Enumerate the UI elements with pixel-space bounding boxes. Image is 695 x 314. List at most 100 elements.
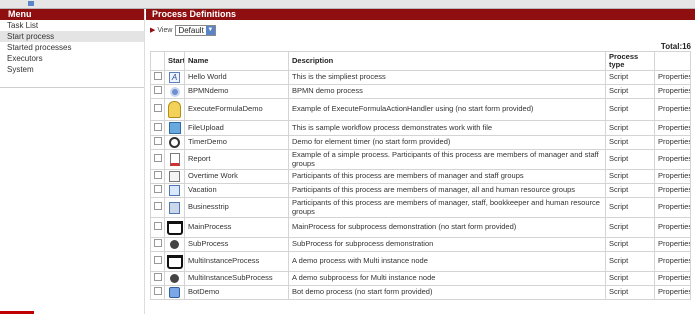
process-description: This is the simpliest process [288, 70, 606, 85]
row-checkbox[interactable] [153, 222, 162, 231]
row-checkbox[interactable] [153, 287, 162, 296]
report-icon[interactable] [169, 153, 180, 166]
process-name[interactable]: ExecuteFormulaDemo [184, 98, 289, 121]
sidebar-item-executors[interactable]: Executors [0, 53, 144, 64]
process-name[interactable]: TimerDemo [184, 135, 289, 150]
vacation-icon[interactable] [169, 185, 180, 196]
business-trip-icon[interactable] [169, 201, 180, 214]
process-type: Script [605, 183, 655, 198]
properties-link[interactable]: Properties [654, 285, 691, 300]
column-header-name[interactable]: Name [184, 51, 289, 71]
properties-link[interactable]: Properties [654, 217, 691, 238]
process-name[interactable]: SubProcess [184, 237, 289, 252]
properties-link[interactable]: Properties [654, 135, 691, 150]
chevron-down-icon[interactable]: ▼ [205, 25, 215, 35]
browser-address-bar[interactable] [0, 0, 695, 9]
view-label: View [157, 26, 173, 34]
process-description: Example of ExecuteFormulaActionHandler u… [288, 98, 606, 121]
sidebar-item-started-processes[interactable]: Started processes [0, 42, 144, 53]
row-checkbox[interactable] [153, 256, 162, 265]
process-description: Participants of this process are members… [288, 183, 606, 198]
row-checkbox[interactable] [153, 154, 162, 163]
table-row: BotDemo Bot demo process (no start form … [150, 285, 691, 300]
view-select-value: Default [178, 25, 204, 35]
table-row: MultiInstanceProcess A demo process with… [150, 251, 691, 272]
properties-link[interactable]: Properties [654, 251, 691, 272]
properties-link[interactable]: Properties [654, 84, 691, 99]
process-description: BPMN demo process [288, 84, 606, 99]
view-select[interactable]: Default ▼ [175, 24, 216, 36]
column-header-process-type[interactable]: Process type [605, 51, 655, 71]
process-name[interactable]: MultiInstanceSubProcess [184, 271, 289, 286]
row-checkbox[interactable] [153, 273, 162, 282]
sidebar-item-system[interactable]: System [0, 64, 144, 75]
arrow-right-icon: ▶ [150, 27, 156, 34]
table-row: FileUpload This is sample workflow proce… [150, 120, 691, 136]
table-row: BPMNdemo BPMN demo process Script Proper… [150, 84, 691, 99]
sidebar-divider [0, 87, 144, 88]
row-checkbox[interactable] [153, 72, 162, 81]
row-checkbox[interactable] [153, 185, 162, 194]
process-type: Script [605, 197, 655, 218]
properties-link[interactable]: Properties [654, 271, 691, 286]
timer-icon[interactable] [169, 137, 180, 148]
process-name[interactable]: MultiInstanceProcess [184, 251, 289, 272]
page-title: Process Definitions [146, 9, 695, 20]
process-description: Participants of this process are members… [288, 169, 606, 184]
sidebar-item-start-process[interactable]: Start process [0, 31, 144, 42]
properties-link[interactable]: Properties [654, 237, 691, 252]
properties-link[interactable]: Properties [654, 70, 691, 85]
properties-link[interactable]: Properties [654, 98, 691, 121]
bot-icon[interactable] [169, 287, 180, 298]
process-description: A demo process with Multi instance node [288, 251, 606, 272]
row-checkbox[interactable] [153, 239, 162, 248]
play-icon[interactable] [170, 240, 179, 249]
properties-link[interactable]: Properties [654, 169, 691, 184]
process-name[interactable]: MainProcess [184, 217, 289, 238]
column-header-description[interactable]: Description [288, 51, 606, 71]
process-name[interactable]: FileUpload [184, 120, 289, 136]
row-checkbox[interactable] [153, 104, 162, 113]
process-type: Script [605, 251, 655, 272]
main-panel: Process Definitions ▶ View Default ▼ Tot… [146, 9, 695, 314]
table-row: MultiInstanceSubProcess A demo subproces… [150, 271, 691, 286]
row-checkbox[interactable] [153, 171, 162, 180]
table-row: TimerDemo Demo for element timer (no sta… [150, 135, 691, 150]
cart-icon[interactable] [166, 254, 183, 269]
column-header-start[interactable]: Start [164, 51, 185, 71]
properties-link[interactable]: Properties [654, 149, 691, 170]
row-checkbox[interactable] [153, 122, 162, 131]
cart-icon[interactable] [166, 220, 183, 235]
column-header-select [150, 51, 165, 71]
table-row: A Hello World This is the simpliest proc… [150, 70, 691, 85]
play-icon[interactable] [170, 274, 179, 283]
process-name[interactable]: BPMNdemo [184, 84, 289, 99]
row-checkbox[interactable] [153, 137, 162, 146]
process-name[interactable]: Overtime Work [184, 169, 289, 184]
process-name[interactable]: Hello World [184, 70, 289, 85]
process-name[interactable]: Report [184, 149, 289, 170]
table-row: Overtime Work Participants of this proce… [150, 169, 691, 184]
process-type: Script [605, 169, 655, 184]
process-name[interactable]: BotDemo [184, 285, 289, 300]
properties-link[interactable]: Properties [654, 183, 691, 198]
process-type: Script [605, 135, 655, 150]
table-row: Vacation Participants of this process ar… [150, 183, 691, 198]
process-type: Script [605, 237, 655, 252]
process-description: Participants of this process are members… [288, 197, 606, 218]
hello-world-icon[interactable]: A [169, 72, 180, 83]
sidebar: Menu Task List Start process Started pro… [0, 9, 145, 314]
overtime-icon[interactable] [169, 171, 180, 182]
row-checkbox[interactable] [153, 86, 162, 95]
properties-link[interactable]: Properties [654, 120, 691, 136]
properties-link[interactable]: Properties [654, 197, 691, 218]
table-row: Report Example of a simple process. Part… [150, 149, 691, 170]
process-description: Example of a simple process. Participant… [288, 149, 606, 170]
process-name[interactable]: Businesstrip [184, 197, 289, 218]
process-name[interactable]: Vacation [184, 183, 289, 198]
bpmn-icon[interactable] [169, 86, 180, 97]
upload-icon[interactable] [168, 122, 181, 134]
key-icon[interactable] [168, 101, 181, 118]
sidebar-item-task-list[interactable]: Task List [0, 20, 144, 31]
row-checkbox[interactable] [153, 202, 162, 211]
